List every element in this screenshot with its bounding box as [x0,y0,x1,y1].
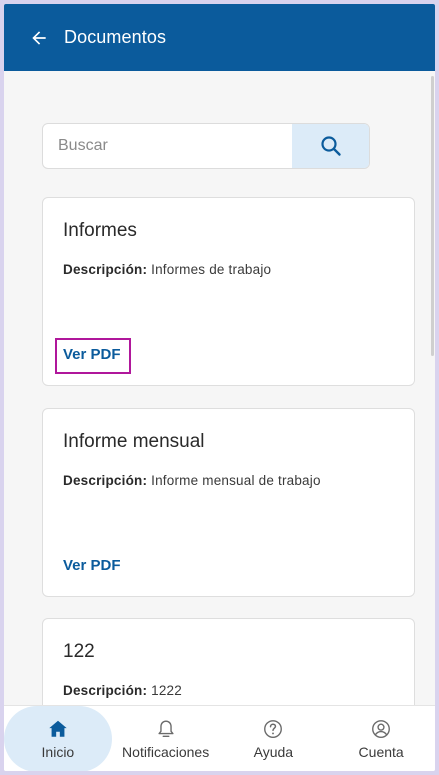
description-label: Descripción: [63,473,148,488]
view-pdf-link[interactable]: Ver PDF [63,346,121,363]
nav-item-notificaciones[interactable]: Notificaciones [112,706,220,771]
help-icon [264,720,283,738]
nav-label: Ayuda [253,744,294,760]
bell-icon [158,720,174,738]
document-description: Descripción: 1222 [63,683,182,698]
document-title: Informe mensual [63,431,205,452]
document-description: Descripción: Informe mensual de trabajo [63,473,321,488]
search-input[interactable] [43,124,292,168]
nav-label: Notificaciones [122,744,210,760]
page-title: Documentos [64,27,167,47]
document-card: Informes Descripción: Informes de trabaj… [42,197,415,386]
nav-item-inicio[interactable]: Inicio [4,706,112,771]
description-label: Descripción: [63,683,148,698]
description-text: Informes de trabajo [151,262,272,277]
description-text: Informe mensual de trabajo [151,473,321,488]
view-pdf-link[interactable]: Ver PDF [63,557,121,574]
nav-label: Cuenta [358,744,404,760]
bottom-navigation: Inicio Notificaciones Ayuda Cuenta [4,705,435,771]
document-description: Descripción: Informes de trabajo [63,262,271,277]
document-card: Informe mensual Descripción: Informe men… [42,408,415,597]
back-button[interactable] [28,27,50,49]
nav-item-ayuda[interactable]: Ayuda [220,706,328,771]
scrollbar[interactable] [431,76,434,356]
search-button[interactable] [292,124,369,168]
app-bar: Documentos [4,4,435,71]
home-icon [49,720,67,737]
account-icon [372,720,391,738]
nav-item-cuenta[interactable]: Cuenta [327,706,435,771]
app-frame: Documentos Informes Descripción: Informe… [4,4,435,771]
nav-label: Inicio [41,744,75,760]
description-text: 1222 [151,683,182,698]
document-title: Informes [63,220,137,241]
search-bar [42,123,370,169]
document-title: 122 [63,641,95,662]
arrow-left-icon [32,30,46,45]
description-label: Descripción: [63,262,148,277]
search-icon [320,136,341,156]
